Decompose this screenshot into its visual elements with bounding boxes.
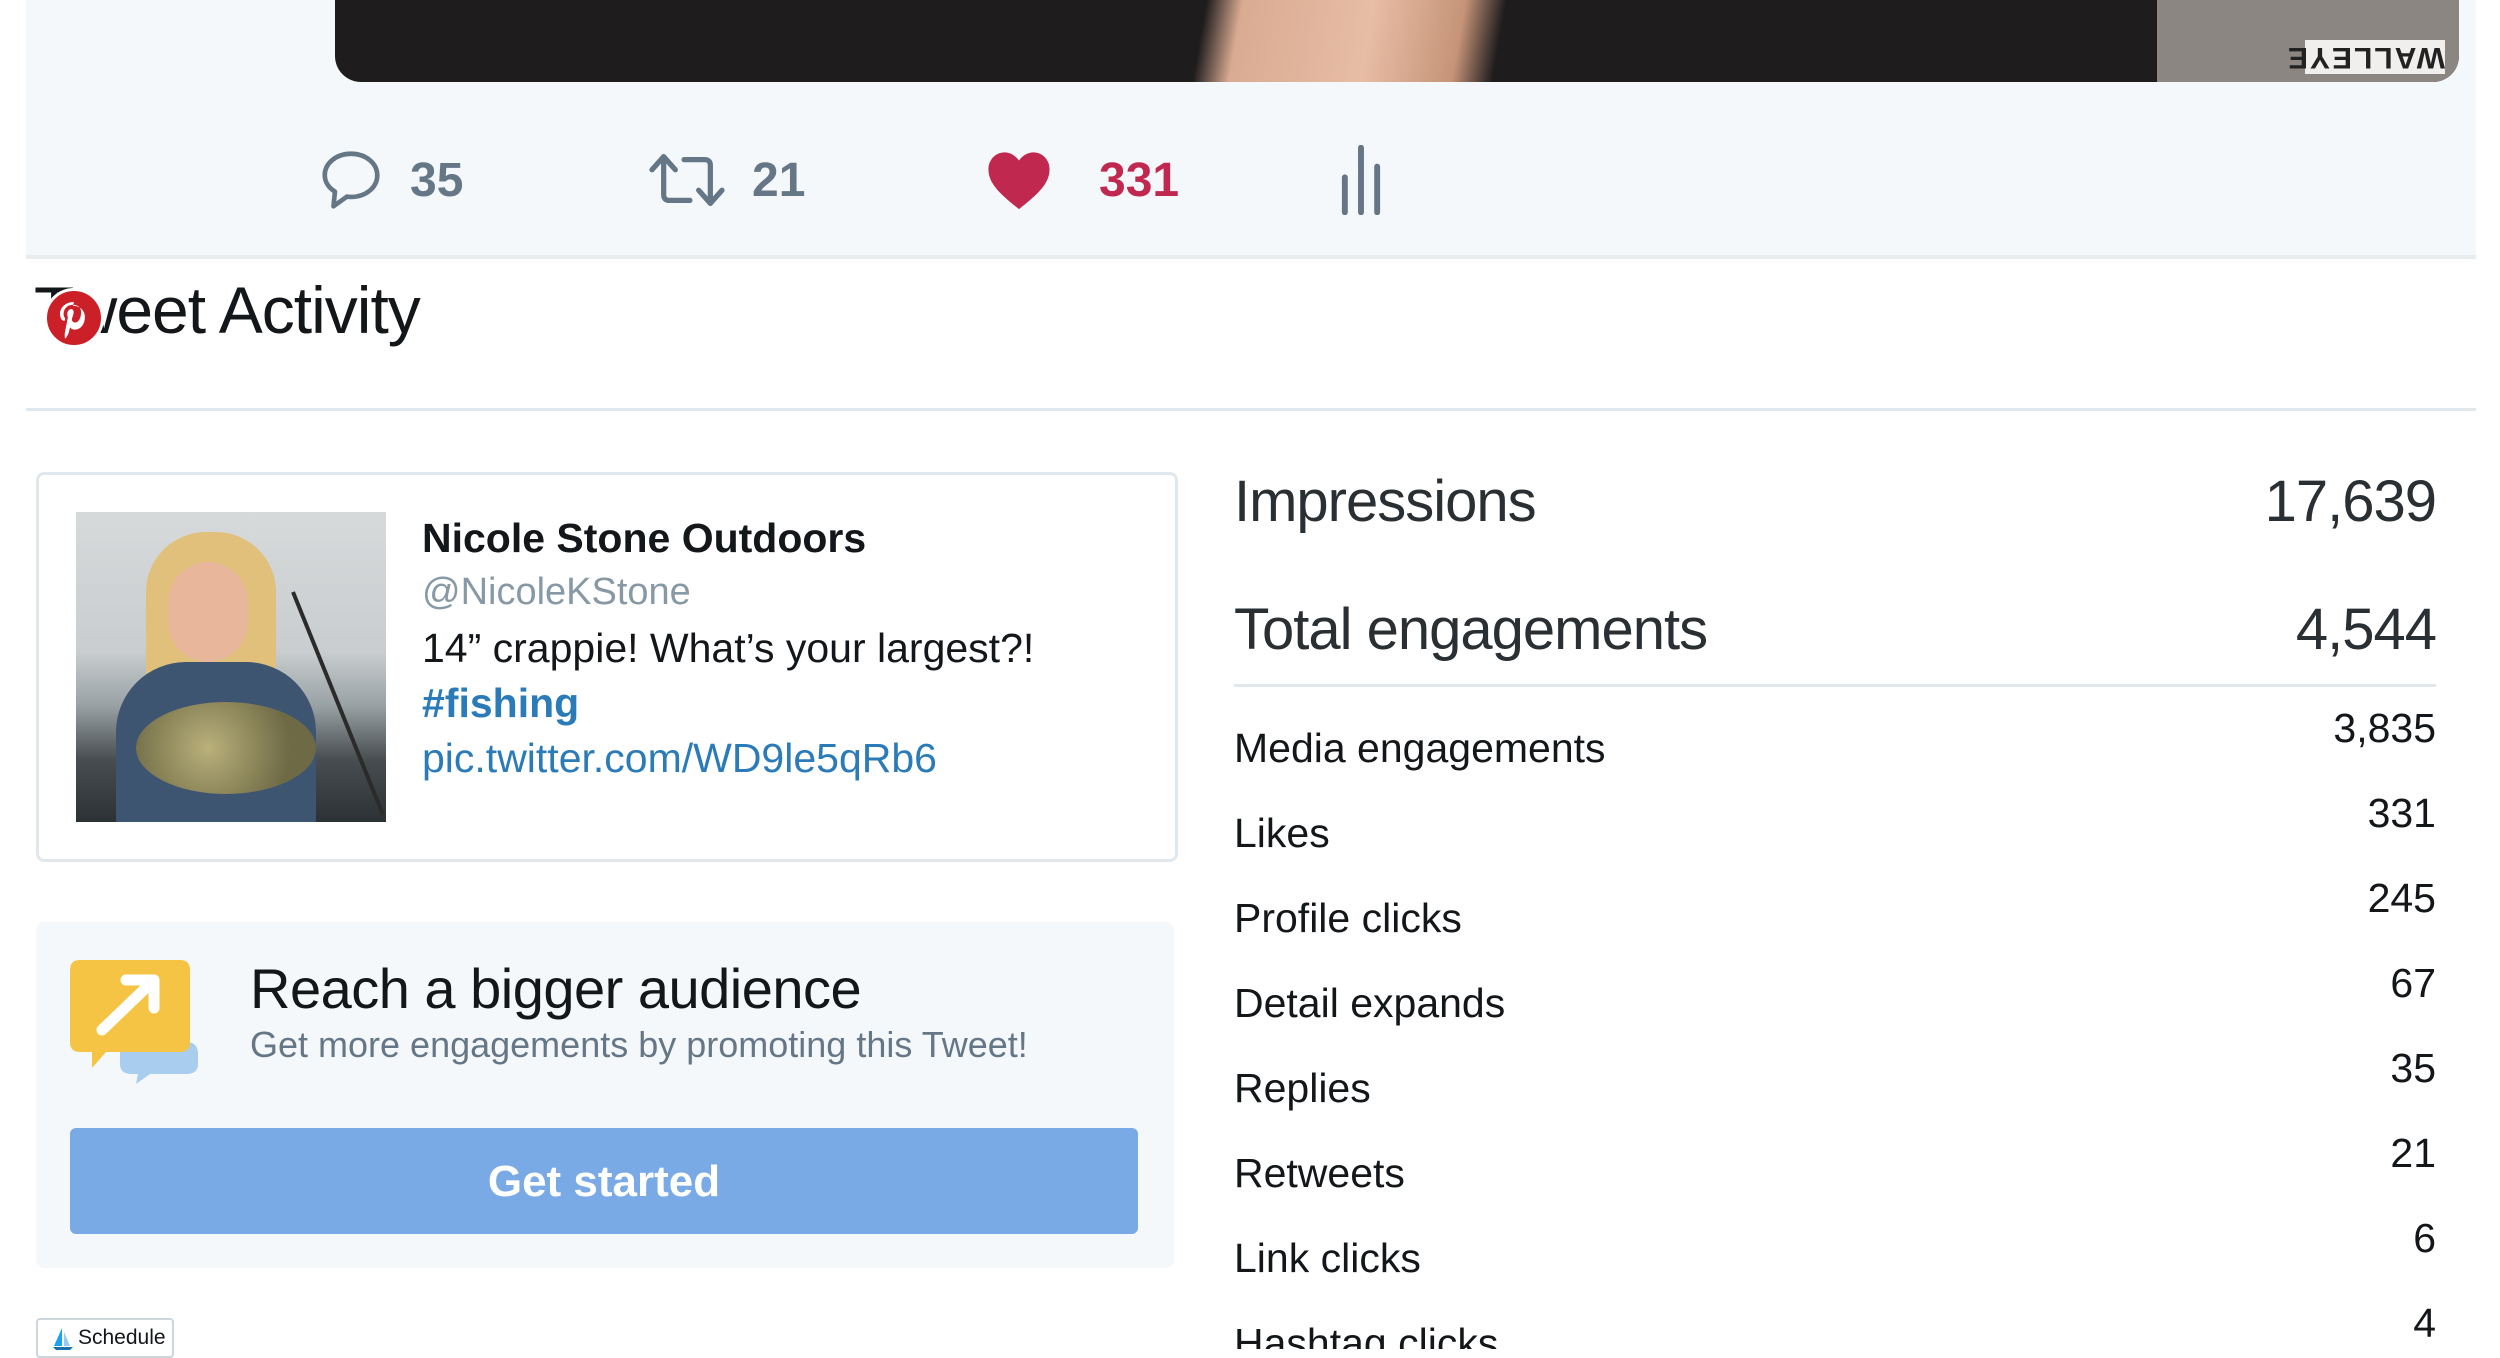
pinterest-icon[interactable]: [44, 288, 104, 348]
schedule-button[interactable]: Schedule: [36, 1318, 174, 1358]
hashtag-link[interactable]: #fishing: [422, 680, 579, 727]
tweet-actions: 35 21 331: [26, 135, 2476, 225]
stat-row-profile-clicks: Profile clicks 245: [1234, 875, 2436, 960]
impressions-label: Impressions: [1234, 469, 1537, 534]
stat-row-likes: Likes 331: [1234, 790, 2436, 875]
reply-icon: [322, 151, 380, 209]
stat-label: Likes: [1234, 810, 1330, 856]
analytics-action[interactable]: [1336, 135, 1386, 225]
stat-label: Media engagements: [1234, 725, 1606, 771]
get-started-button[interactable]: Get started: [70, 1128, 1138, 1234]
stat-label: Hashtag clicks: [1234, 1320, 1499, 1349]
reply-count: 35: [410, 153, 464, 207]
stat-value: 67: [2390, 960, 2436, 1006]
analytics-icon: [1341, 145, 1381, 215]
tweet-top-area: WALLEYE 35 21 331: [26, 0, 2476, 255]
tweet-text: 14” crappie! What’s your largest?!: [422, 625, 1035, 671]
promote-icon: [70, 960, 198, 1084]
stat-value: 3,835: [2333, 705, 2436, 751]
total-engagements-row: Total engagements 4,544: [1234, 596, 2437, 663]
impressions-row: Impressions 17,639: [1234, 468, 2437, 535]
retweet-icon: [649, 154, 725, 206]
impressions-value: 17,639: [2264, 469, 2437, 534]
stat-row-detail-expands: Detail expands 67: [1234, 960, 2436, 1045]
top-divider: [26, 255, 2476, 259]
heading-divider: [26, 408, 2476, 411]
stat-label: Retweets: [1234, 1150, 1405, 1196]
like-action[interactable]: 331: [984, 135, 1179, 225]
stat-value: 4: [2413, 1300, 2436, 1346]
media-foot: [1125, 0, 1565, 82]
stat-label: Replies: [1234, 1065, 1371, 1111]
stat-value: 245: [2367, 875, 2436, 921]
stat-row-replies: Replies 35: [1234, 1045, 2436, 1130]
photo-fish: [136, 702, 316, 794]
media-sign: WALLEYE: [2157, 0, 2459, 82]
like-count: 331: [1099, 153, 1180, 207]
tweet-photo[interactable]: [76, 512, 386, 822]
stat-row-media-engagements: Media engagements 3,835: [1234, 705, 2436, 790]
stats-divider: [1234, 684, 2436, 687]
author-name[interactable]: Nicole Stone Outdoors: [422, 515, 866, 562]
media-link[interactable]: pic.twitter.com/WD9le5qRb6: [422, 735, 937, 782]
stat-value: 35: [2390, 1045, 2436, 1091]
retweet-count: 21: [752, 153, 806, 207]
schedule-label: Schedule: [78, 1326, 166, 1349]
retweet-action[interactable]: 21: [646, 135, 805, 225]
total-engagements-label: Total engagements: [1234, 597, 1708, 662]
heart-icon: [988, 152, 1050, 210]
stat-label: Link clicks: [1234, 1235, 1421, 1281]
stat-value: 6: [2413, 1215, 2436, 1261]
stat-label: Profile clicks: [1234, 895, 1462, 941]
stat-row-hashtag-clicks: Hashtag clicks 4: [1234, 1300, 2436, 1349]
stat-row-retweets: Retweets 21: [1234, 1130, 2436, 1215]
pinterest-glyph: [60, 302, 85, 339]
stat-row-link-clicks: Link clicks 6: [1234, 1215, 2436, 1300]
photo-face: [168, 562, 248, 662]
media-sign-text: WALLEYE: [2285, 40, 2445, 74]
stat-value: 331: [2367, 790, 2436, 836]
promote-box: Reach a bigger audience Get more engagem…: [36, 922, 1174, 1268]
tweet-card[interactable]: Nicole Stone Outdoors @NicoleKStone 14” …: [36, 472, 1178, 862]
author-handle[interactable]: @NicoleKStone: [422, 571, 691, 614]
stat-label: Detail expands: [1234, 980, 1506, 1026]
promote-subtitle: Get more engagements by promoting this T…: [250, 1024, 1028, 1065]
schedule-icon: [53, 1328, 73, 1350]
total-engagements-value: 4,544: [2295, 597, 2437, 662]
stat-value: 21: [2390, 1130, 2436, 1176]
tweet-media-image[interactable]: WALLEYE: [335, 0, 2459, 82]
reply-action[interactable]: 35: [316, 135, 463, 225]
promote-title: Reach a bigger audience: [250, 957, 862, 1020]
